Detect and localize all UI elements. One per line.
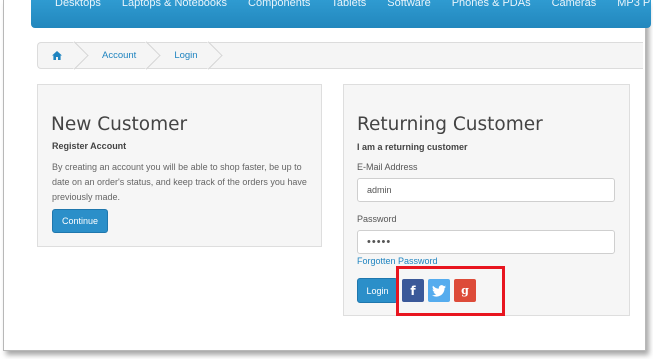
new-customer-title: New Customer — [51, 114, 188, 135]
home-icon — [52, 51, 62, 60]
top-navigation: Desktops Laptops & Notebooks Components … — [31, 0, 651, 28]
email-field[interactable]: admin — [357, 178, 615, 202]
breadcrumb-account[interactable]: Account — [80, 42, 152, 69]
password-label: Password — [357, 214, 397, 224]
email-label: E-Mail Address — [357, 162, 418, 172]
register-account-heading: Register Account — [52, 141, 127, 151]
nav-item-desktops[interactable]: Desktops — [55, 0, 101, 9]
nav-item-mp3[interactable]: MP3 Players — [617, 0, 651, 9]
breadcrumb: Account Login — [37, 42, 643, 69]
forgotten-password-link[interactable]: Forgotten Password — [357, 256, 438, 266]
nav-item-laptops[interactable]: Laptops & Notebooks — [122, 0, 227, 9]
breadcrumb-account-label[interactable]: Account — [102, 50, 136, 61]
breadcrumb-login-label[interactable]: Login — [174, 50, 197, 61]
login-button[interactable]: Login — [357, 278, 398, 303]
nav-item-tablets[interactable]: Tablets — [331, 0, 366, 9]
register-description: By creating an account you will be able … — [52, 162, 307, 202]
breadcrumb-home[interactable] — [38, 42, 80, 69]
continue-button[interactable]: Continue — [52, 209, 108, 233]
returning-customer-title: Returning Customer — [357, 114, 543, 135]
new-customer-panel: New Customer Register Account By creatin… — [37, 84, 322, 247]
nav-item-phones[interactable]: Phones & PDAs — [452, 0, 531, 9]
nav-item-cameras[interactable]: Cameras — [552, 0, 597, 9]
breadcrumb-login[interactable]: Login — [152, 42, 213, 69]
password-field[interactable]: ••••• — [357, 230, 615, 254]
returning-customer-heading: I am a returning customer — [357, 142, 468, 152]
social-buttons-highlight-box — [396, 266, 505, 316]
nav-item-software[interactable]: Software — [387, 0, 430, 9]
nav-item-components[interactable]: Components — [248, 0, 310, 9]
